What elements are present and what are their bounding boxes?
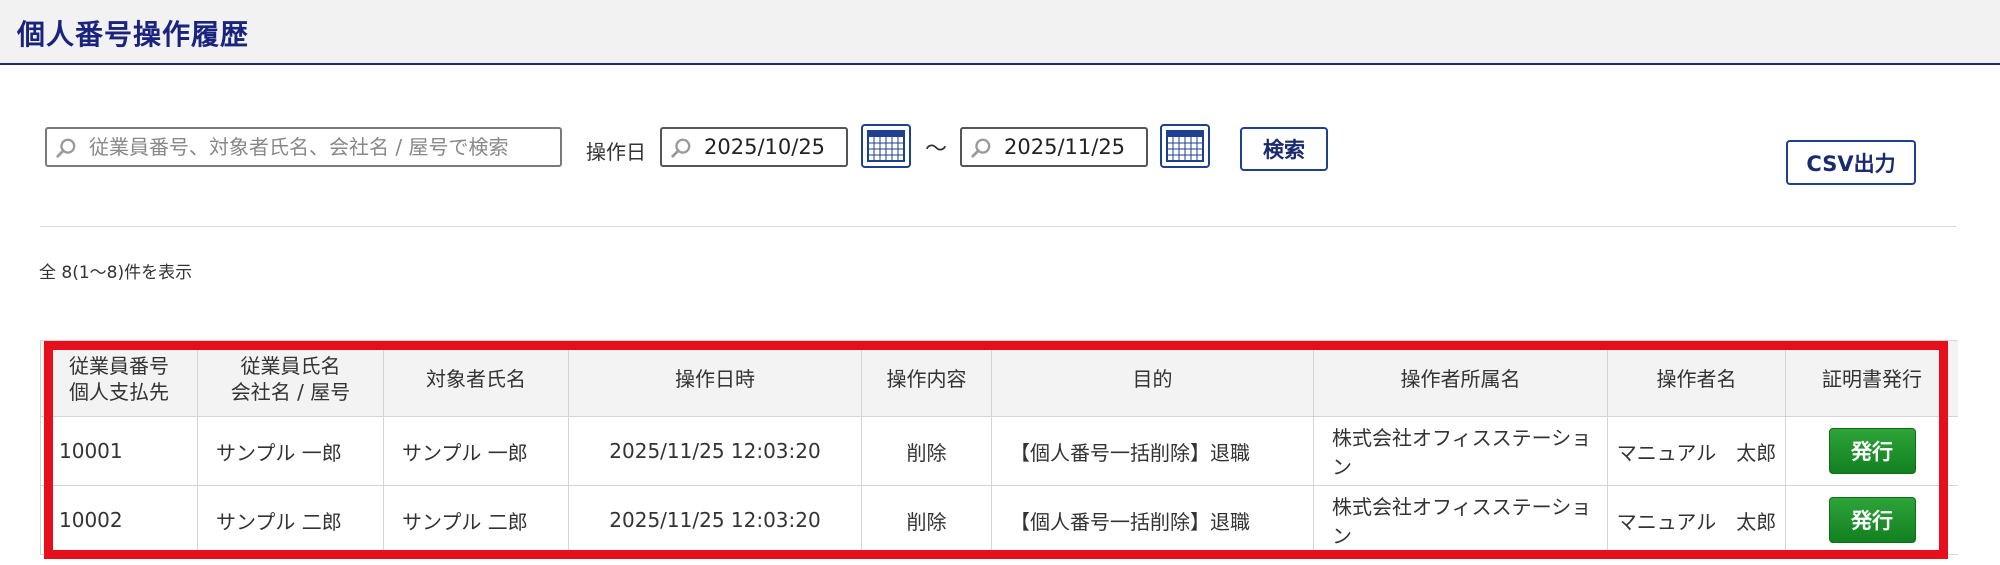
col-header-datetime: 操作日時 bbox=[568, 340, 862, 417]
col-header-line: 従業員氏名 bbox=[240, 353, 341, 378]
search-icon bbox=[671, 138, 691, 158]
col-header-operator-name: 操作者名 bbox=[1607, 340, 1786, 417]
csv-export-button[interactable]: CSV出力 bbox=[1786, 140, 1916, 185]
calendar-icon bbox=[867, 130, 905, 162]
table-header-row: 従業員番号 個人支払先 従業員氏名 会社名 / 屋号 対象者氏名 操作日時 操作… bbox=[40, 340, 1958, 417]
cell-target-name: サンプル 一郎 bbox=[383, 416, 569, 486]
cell-datetime: 2025/11/25 12:03:20 bbox=[568, 485, 862, 555]
cell-employee-name: サンプル 二郎 bbox=[197, 485, 384, 555]
cell-certificate: 発行 bbox=[1785, 416, 1958, 486]
col-header-operation: 操作内容 bbox=[861, 340, 992, 417]
divider bbox=[40, 226, 1956, 227]
date-range-separator: ～ bbox=[925, 137, 948, 162]
date-to-calendar-button[interactable] bbox=[1160, 124, 1210, 168]
date-from-calendar-button[interactable] bbox=[861, 124, 911, 168]
issue-certificate-button[interactable]: 発行 bbox=[1828, 497, 1916, 543]
search-icon bbox=[971, 138, 991, 158]
operation-date-label: 操作日 bbox=[586, 140, 646, 164]
col-header-purpose: 目的 bbox=[991, 340, 1314, 417]
cell-operator-name: マニュアル 太郎 bbox=[1607, 416, 1786, 486]
cell-purpose: 【個人番号一括削除】退職 bbox=[991, 485, 1314, 555]
col-header-operator-org: 操作者所属名 bbox=[1313, 340, 1608, 417]
history-table-area: 従業員番号 個人支払先 従業員氏名 会社名 / 屋号 対象者氏名 操作日時 操作… bbox=[40, 340, 1958, 565]
table-row: 10002 サンプル 二郎 サンプル 二郎 2025/11/25 12:03:2… bbox=[40, 485, 1958, 555]
col-header-employee-no: 従業員番号 個人支払先 bbox=[40, 340, 198, 417]
search-field[interactable] bbox=[45, 127, 562, 167]
cell-datetime: 2025/11/25 12:03:20 bbox=[568, 416, 862, 486]
search-icon bbox=[56, 138, 76, 158]
cell-operation: 削除 bbox=[861, 485, 992, 555]
history-table: 従業員番号 個人支払先 従業員氏名 会社名 / 屋号 対象者氏名 操作日時 操作… bbox=[40, 340, 1958, 555]
date-from-field[interactable] bbox=[660, 127, 848, 167]
cell-operation: 削除 bbox=[861, 416, 992, 486]
col-header-line: 会社名 / 屋号 bbox=[230, 379, 351, 404]
col-header-line: 従業員番号 bbox=[69, 353, 169, 378]
page-header: 個人番号操作履歴 bbox=[0, 0, 2000, 65]
col-header-employee-name: 従業員氏名 会社名 / 屋号 bbox=[197, 340, 384, 417]
cell-employee-name: サンプル 一郎 bbox=[197, 416, 384, 486]
col-header-target-name: 対象者氏名 bbox=[383, 340, 569, 417]
cell-operator-name: マニュアル 太郎 bbox=[1607, 485, 1786, 555]
table-row: 10001 サンプル 一郎 サンプル 一郎 2025/11/25 12:03:2… bbox=[40, 416, 1958, 486]
cell-target-name: サンプル 二郎 bbox=[383, 485, 569, 555]
cell-operator-org: 株式会社オフィスステーション bbox=[1313, 416, 1608, 486]
page-title: 個人番号操作履歴 bbox=[17, 18, 250, 51]
calendar-icon bbox=[1166, 130, 1204, 162]
result-count: 全 8(1～8)件を表示 bbox=[39, 263, 193, 283]
search-input[interactable] bbox=[89, 129, 549, 165]
cell-certificate: 発行 bbox=[1785, 485, 1958, 555]
cell-employee-no: 10002 bbox=[40, 485, 198, 555]
cell-purpose: 【個人番号一括削除】退職 bbox=[991, 416, 1314, 486]
cell-operator-org: 株式会社オフィスステーション bbox=[1313, 485, 1608, 555]
col-header-line: 個人支払先 bbox=[69, 379, 169, 404]
date-to-field[interactable] bbox=[960, 127, 1148, 167]
cell-employee-no: 10001 bbox=[40, 416, 198, 486]
issue-certificate-button[interactable]: 発行 bbox=[1828, 428, 1916, 474]
date-to-input[interactable] bbox=[1004, 129, 1144, 165]
search-button[interactable]: 検索 bbox=[1240, 127, 1328, 171]
date-from-input[interactable] bbox=[704, 129, 844, 165]
col-header-certificate: 証明書発行 bbox=[1785, 340, 1958, 417]
